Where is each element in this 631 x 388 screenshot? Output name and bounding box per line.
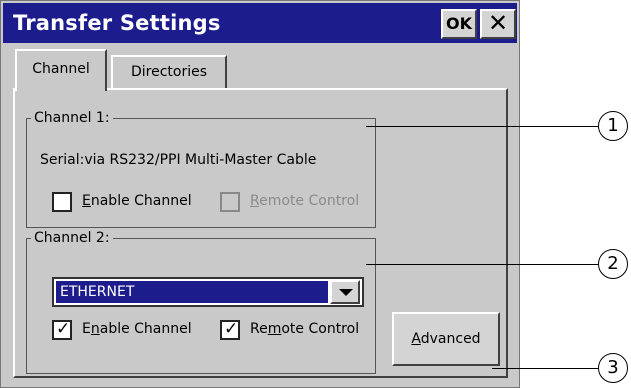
channel-1-remote-checkbox[interactable] (220, 192, 240, 212)
callout-3: 3 (598, 353, 628, 383)
label-part: emote Control (259, 193, 360, 209)
dialog-title: Transfer Settings (13, 11, 221, 35)
channel-1-legend: Channel 1: (34, 110, 110, 126)
label-accelerator: E (82, 193, 91, 209)
label-part: dvanced (420, 331, 481, 347)
label-part: able Channel (99, 321, 192, 337)
ok-button[interactable]: OK (441, 9, 477, 39)
channel-2-legend: Channel 2: (34, 230, 110, 246)
channel-1-remote-label[interactable]: Remote Control (250, 193, 359, 209)
checkmark-icon: ✓ (224, 319, 239, 339)
label-part: Re (250, 321, 268, 337)
channel-2-enable-checkbox[interactable]: ✓ (52, 319, 72, 340)
label-accelerator: A (411, 331, 421, 347)
callout-2: 2 (598, 249, 628, 279)
advanced-button[interactable]: Advanced (392, 312, 500, 366)
channel-1-enable-label[interactable]: Enable Channel (82, 193, 192, 209)
close-button[interactable]: ✕ (480, 9, 516, 39)
chevron-down-icon[interactable] (330, 280, 360, 304)
tab-channel[interactable]: Channel (15, 49, 107, 91)
label-part: ote Control (281, 321, 360, 337)
label-accelerator: R (250, 193, 260, 209)
callout-1: 1 (598, 111, 628, 141)
title-bar: Transfer Settings OK ✕ (3, 3, 517, 43)
channel-2-protocol-select[interactable]: ETHERNET (52, 277, 364, 307)
callout-line-1 (366, 126, 600, 127)
channel-2-remote-checkbox[interactable]: ✓ (220, 319, 240, 340)
channel-2-enable-label[interactable]: Enable Channel (82, 321, 192, 337)
channel-1-group: Channel 1: (26, 110, 376, 228)
channel-2-remote-label[interactable]: Remote Control (250, 321, 359, 337)
channel-1-description: Serial:via RS232/PPI Multi-Master Cable (40, 152, 317, 168)
checkmark-icon: ✓ (56, 319, 71, 339)
label-accelerator: n (90, 321, 100, 337)
channel-1-enable-checkbox[interactable] (52, 192, 72, 212)
close-icon: ✕ (487, 9, 509, 37)
selected-protocol: ETHERNET (56, 281, 328, 303)
label-accelerator: m (267, 321, 282, 337)
label-part: E (82, 321, 91, 337)
callout-line-3 (492, 368, 600, 369)
label-part: nable Channel (90, 193, 192, 209)
tab-directories[interactable]: Directories (111, 55, 227, 89)
callout-line-2 (366, 264, 600, 265)
